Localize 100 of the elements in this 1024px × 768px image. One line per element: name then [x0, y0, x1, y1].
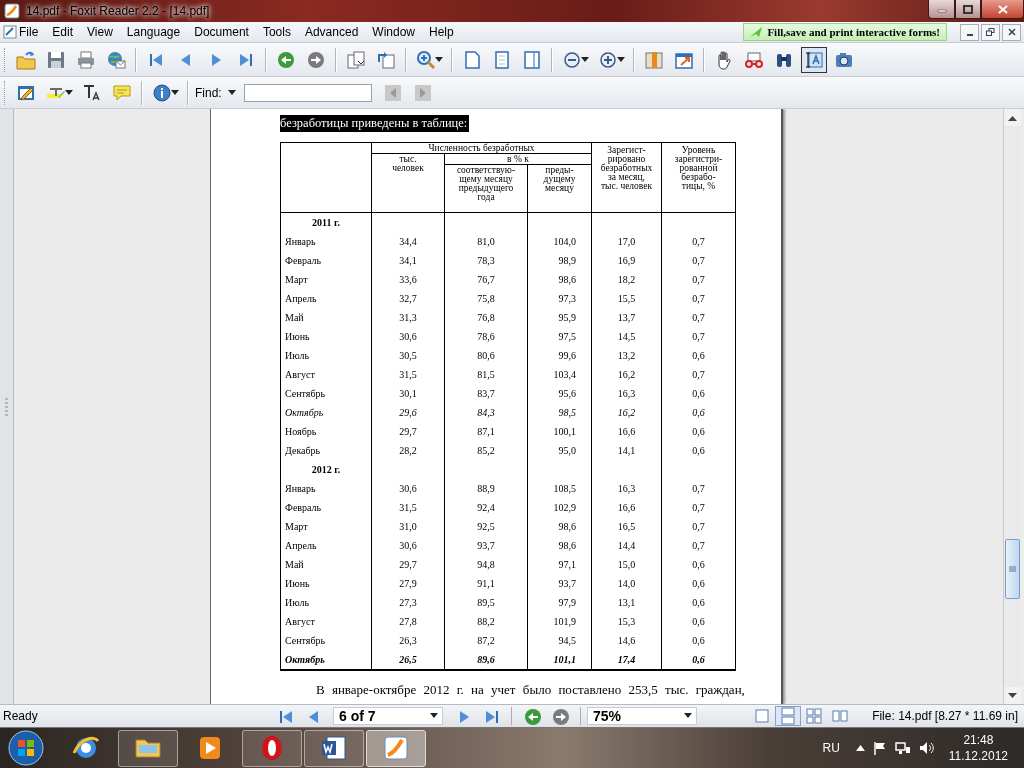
show-hidden-icons-icon[interactable] — [855, 745, 865, 751]
table-cell: 94,8 — [444, 555, 528, 574]
page-select[interactable]: 6 of 7 — [333, 707, 443, 725]
clock[interactable]: 21:48 11.12.2012 — [948, 732, 1008, 764]
caret-icon[interactable] — [171, 89, 179, 96]
table-cell: 95,9 — [527, 308, 592, 327]
table-cell: 91,1 — [444, 574, 528, 593]
table-cell: 0,7 — [661, 232, 736, 251]
menu-item[interactable]: View — [80, 25, 120, 39]
single-page-icon[interactable] — [462, 49, 482, 70]
table-cell: 0,6 — [661, 422, 736, 441]
maximize-button[interactable] — [955, 0, 981, 19]
print-icon[interactable] — [76, 49, 96, 70]
taskbar-button[interactable] — [366, 729, 426, 767]
caret-icon[interactable] — [581, 56, 589, 63]
menu-item[interactable]: Window — [365, 25, 422, 39]
table-cell: 0,6 — [661, 650, 736, 670]
table-cell: 30,6 — [371, 479, 445, 498]
menu-item[interactable]: Edit — [45, 25, 81, 39]
table-cell: Июнь — [280, 574, 372, 593]
zoom-select[interactable]: 75% — [587, 707, 697, 725]
scroll-up-icon[interactable] — [1008, 114, 1017, 121]
caret-icon[interactable] — [617, 56, 625, 63]
find-previous-icon[interactable] — [382, 82, 403, 103]
continuous-page-icon[interactable] — [492, 49, 512, 70]
back-icon[interactable] — [523, 707, 541, 725]
table-cell: 27,8 — [371, 612, 445, 631]
table-cell: Апрель — [280, 289, 372, 308]
table-cell: 34,4 — [371, 232, 445, 251]
restore-button[interactable] — [981, 23, 1000, 41]
pages-icon[interactable] — [346, 49, 366, 70]
language-indicator[interactable]: RU — [822, 741, 840, 755]
glasses-icon[interactable] — [744, 49, 764, 70]
column-header: Численность безработных — [371, 142, 592, 154]
table-cell: 98,6 — [527, 270, 592, 289]
zoom-out-icon[interactable] — [562, 49, 582, 70]
zoom-in-icon[interactable] — [598, 49, 618, 70]
table-cell: 16,6 — [591, 498, 662, 517]
table-cell: 0,7 — [661, 498, 736, 517]
close-button[interactable] — [1002, 23, 1021, 41]
menu-item[interactable]: File — [17, 25, 46, 39]
table-cell: 80,6 — [444, 346, 528, 365]
table-cell: 16,9 — [591, 251, 662, 270]
zoom-icon[interactable] — [416, 49, 436, 70]
menu-item[interactable]: Advanced — [297, 25, 366, 39]
scroll-down-icon[interactable] — [1008, 692, 1017, 699]
table-cell: 0,6 — [661, 441, 736, 460]
close-button[interactable] — [981, 0, 1024, 19]
find-next-icon[interactable] — [412, 82, 433, 103]
caret-icon[interactable] — [227, 89, 236, 96]
dropdown-arrow-icon[interactable] — [684, 713, 692, 719]
find-field[interactable] — [243, 83, 372, 102]
caret-icon[interactable] — [65, 89, 73, 96]
column-header: Зарегист- рировано безработных за месяц, тыс. человек — [591, 142, 662, 213]
table-cell: 0,6 — [661, 612, 736, 631]
pdf-reader-icon — [381, 733, 411, 763]
table-cell: Июль — [280, 593, 372, 612]
minimize-button[interactable] — [928, 0, 955, 19]
email-icon[interactable] — [106, 49, 126, 70]
menu-item[interactable]: Tools — [255, 25, 298, 39]
start-button[interactable] — [6, 729, 46, 767]
maximize-icon — [963, 4, 973, 14]
table-cell: 97,9 — [527, 593, 592, 612]
info-icon[interactable] — [152, 82, 172, 103]
minimize-button[interactable] — [960, 23, 979, 41]
table-cell: 29,7 — [371, 555, 445, 574]
table-cell: 26,3 — [371, 631, 445, 650]
table-cell: 30,6 — [371, 536, 445, 555]
flag-icon[interactable] — [872, 741, 887, 755]
table-cell: 88,2 — [444, 612, 528, 631]
table-cell: 93,7 — [444, 536, 528, 555]
menu-item[interactable]: Help — [422, 25, 461, 39]
promo-button[interactable]: Fill,save and print interactive forms! — [743, 23, 947, 41]
forward-icon[interactable] — [551, 707, 569, 725]
menu-item[interactable]: Document — [187, 25, 256, 39]
table-cell: 92,4 — [444, 498, 528, 517]
open-icon[interactable] — [16, 49, 36, 70]
back-icon[interactable] — [276, 49, 296, 70]
table-cell: 97,5 — [527, 327, 592, 346]
save-icon[interactable] — [46, 49, 66, 70]
table-cell: 99,6 — [527, 346, 592, 365]
table-cell: Декабрь — [280, 441, 372, 460]
volume-icon[interactable] — [918, 741, 935, 755]
network-icon[interactable] — [894, 741, 911, 755]
menu-item[interactable]: Language — [119, 25, 188, 39]
table-cell: 95,0 — [527, 441, 592, 460]
table-cell: 78,6 — [444, 327, 528, 346]
forward-icon[interactable] — [306, 49, 326, 70]
column-header: Уровень зарегистри- рованной безрабо- тицы, % — [661, 142, 736, 213]
table-cell: 2012 г. — [280, 460, 372, 479]
text-format-icon[interactable] — [82, 82, 102, 103]
caret-icon[interactable] — [435, 56, 443, 63]
table-cell: 83,7 — [444, 384, 528, 403]
table-cell: 0,6 — [661, 555, 736, 574]
rotate-icon[interactable] — [376, 49, 396, 70]
panel-grip-icon — [4, 396, 9, 417]
table-cell: 30,5 — [371, 346, 445, 365]
scrollbar-thumb[interactable] — [1005, 539, 1020, 599]
dropdown-arrow-icon[interactable] — [430, 713, 438, 719]
facing-page-icon[interactable] — [522, 49, 542, 70]
